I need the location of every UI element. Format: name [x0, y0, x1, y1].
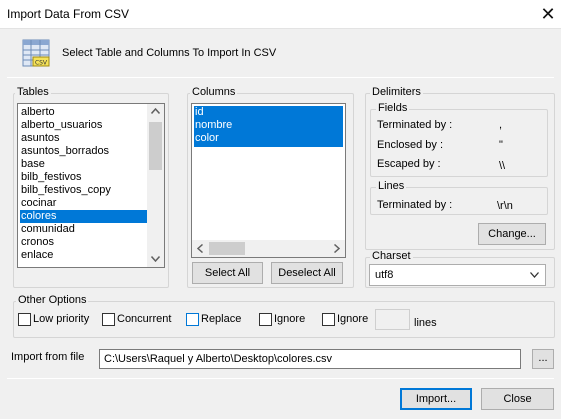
close-button[interactable]: Close [481, 388, 554, 410]
list-item[interactable]: id [194, 106, 204, 119]
list-item[interactable]: color [194, 132, 219, 145]
low-priority-label[interactable]: Low priority [33, 313, 89, 325]
tables-scrollbar[interactable] [147, 104, 164, 267]
ignore-lines-count-field[interactable] [375, 309, 410, 330]
browse-button[interactable]: ... [532, 349, 554, 369]
ignore-label[interactable]: Ignore [274, 313, 305, 325]
fields-terminated-label: Terminated by : [377, 119, 453, 131]
charset-select[interactable]: utf8 [369, 264, 546, 286]
columns-label: Columns [190, 86, 238, 98]
fields-enclosed-label: Enclosed by : [377, 139, 444, 151]
window-title: Import Data From CSV [7, 7, 130, 21]
lines-label: Lines [376, 180, 407, 192]
fields-escaped-label: Escaped by : [377, 158, 441, 170]
list-item-selected[interactable]: colores [20, 210, 148, 223]
replace-checkbox[interactable] [186, 313, 199, 326]
low-priority-checkbox[interactable] [18, 313, 31, 326]
tables-scroll-thumb[interactable] [149, 122, 162, 170]
change-button[interactable]: Change... [478, 223, 546, 245]
scroll-up-icon[interactable] [151, 108, 160, 114]
footer-separator [7, 378, 554, 379]
fields-label: Fields [376, 102, 410, 114]
file-path-input[interactable]: C:\Users\Raquel y Alberto\Desktop\colore… [99, 349, 521, 369]
list-item[interactable]: bilb_festivos [20, 171, 82, 184]
charset-label: Charset [370, 250, 413, 262]
title-bar: Import Data From CSV ✕ [0, 0, 561, 29]
list-item[interactable]: cronos [20, 236, 54, 249]
select-all-button[interactable]: Select All [192, 262, 263, 284]
chevron-down-icon[interactable] [530, 272, 539, 278]
delimiters-label: Delimiters [370, 86, 423, 98]
scroll-right-icon[interactable] [334, 244, 340, 253]
lines-unit-label: lines [414, 317, 437, 329]
list-item[interactable]: bilb_festivos_copy [20, 184, 111, 197]
list-item[interactable]: nombre [194, 119, 232, 132]
svg-text:CSV: CSV [35, 60, 48, 67]
ignore-lines-label[interactable]: Ignore [337, 313, 368, 325]
list-item[interactable]: asuntos_borrados [20, 145, 109, 158]
charset-value: utf8 [375, 269, 394, 281]
list-item[interactable]: comunidad [20, 223, 75, 236]
scroll-down-icon[interactable] [151, 256, 160, 262]
import-button[interactable]: Import... [400, 388, 472, 410]
replace-label[interactable]: Replace [201, 313, 241, 325]
list-item[interactable]: cocinar [20, 197, 56, 210]
scroll-left-icon[interactable] [197, 244, 203, 253]
csv-table-icon: CSV [22, 39, 50, 67]
lines-terminated-label: Terminated by : [377, 199, 453, 211]
header-separator [7, 77, 554, 78]
tables-label: Tables [15, 86, 51, 98]
list-item[interactable]: alberto_usuarios [20, 119, 102, 132]
fields-escaped-value: \\ [499, 160, 506, 172]
import-file-label: Import from file [11, 351, 85, 363]
concurrent-checkbox[interactable] [102, 313, 115, 326]
deselect-all-button[interactable]: Deselect All [271, 262, 343, 284]
list-item[interactable]: enlace [20, 249, 53, 262]
columns-list[interactable]: id nombre color [191, 103, 346, 258]
columns-hscrollbar[interactable] [192, 240, 345, 257]
list-item[interactable]: base [20, 158, 45, 171]
close-icon[interactable]: ✕ [536, 2, 560, 26]
lines-terminated-value: \r\n [497, 200, 513, 212]
tables-list[interactable]: alberto alberto_usuarios asuntos asuntos… [17, 103, 165, 268]
columns-scroll-thumb[interactable] [209, 242, 245, 255]
ignore-checkbox[interactable] [259, 313, 272, 326]
other-options-label: Other Options [16, 294, 89, 306]
fields-enclosed-value: " [499, 139, 503, 151]
fields-terminated-value: , [499, 119, 503, 131]
concurrent-label[interactable]: Concurrent [117, 313, 171, 325]
list-item[interactable]: alberto [20, 106, 55, 119]
header-text: Select Table and Columns To Import In CS… [62, 47, 277, 59]
ignore-lines-checkbox[interactable] [322, 313, 335, 326]
list-item[interactable]: asuntos [20, 132, 60, 145]
